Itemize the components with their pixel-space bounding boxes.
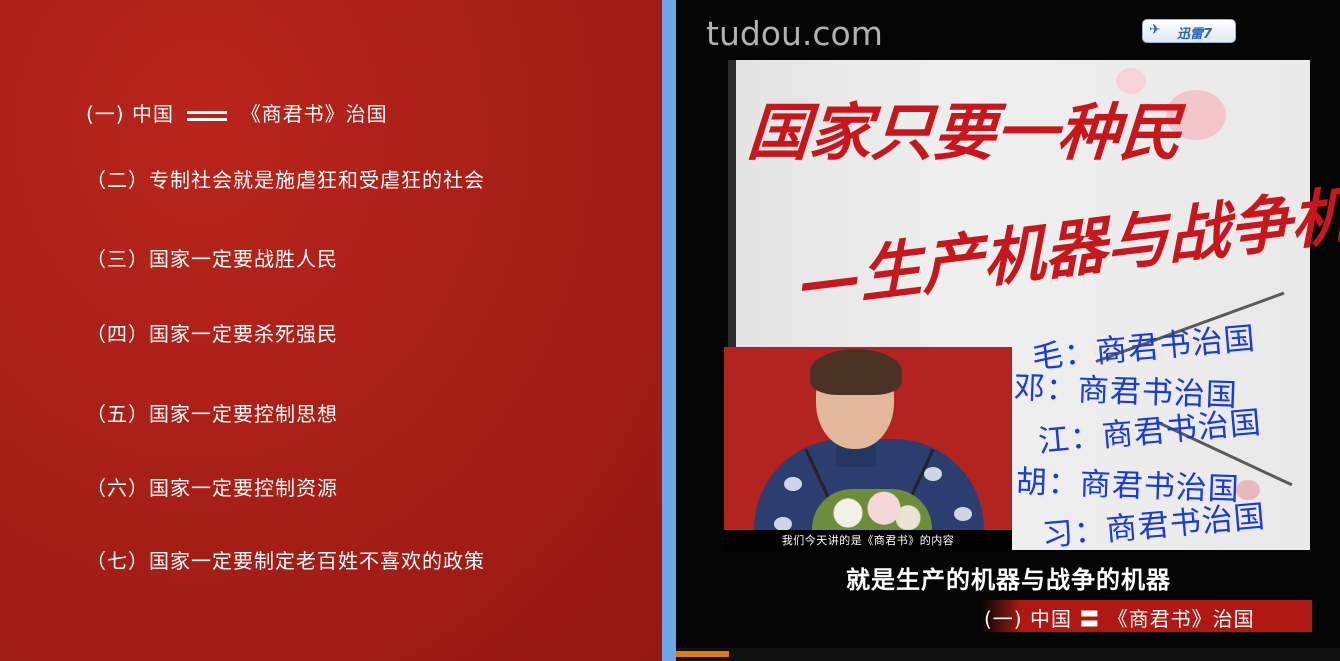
speaker-inset: 我们今天讲的是《商君书》的内容 [724,347,1012,552]
video-player[interactable]: tudou.com ✈ 迅雷7 国家只要一种民 —生产机器与战争机器 我们今天讲… [676,0,1340,661]
slide-item-1: (一) 中国 《商君书》治国 [86,98,388,127]
slide-item-2: （二）专制社会就是施虐狂和受虐狂的社会 [86,168,485,192]
xunlei-badge-label: 迅雷7 [1177,27,1213,42]
presentation-slide: (一) 中国 《商君书》治国 （二）专制社会就是施虐狂和受虐狂的社会 （三）国家… [0,0,662,661]
progress-fill[interactable] [676,651,729,657]
equals-bar-icon [187,109,228,123]
inset-caption: 我们今天讲的是《商君书》的内容 [724,530,1012,552]
jacket-pattern [954,507,972,521]
slide-item-7: （七）国家一定要制定老百姓不喜欢的政策 [86,549,485,573]
xunlei-badge[interactable]: ✈ 迅雷7 [1142,19,1236,43]
jacket-pattern [774,517,792,531]
slide-item-3: （三）国家一定要战胜人民 [86,247,338,271]
jacket-pattern [784,477,802,491]
jacket-pattern [924,467,942,481]
slide-item-1-prefix: (一) 中国 [86,102,174,126]
slide-item-6: （六）国家一定要控制资源 [86,476,338,500]
video-subtitle: 就是生产的机器与战争的机器 [846,566,1171,594]
slide-item-4: （四）国家一定要杀死强民 [86,322,338,346]
xunlei-bird-icon: ✈ [1149,22,1161,38]
slide-item-1-suffix: 《商君书》治国 [240,102,388,126]
tudou-watermark: tudou.com [706,14,883,53]
slide-item-5: （五）国家一定要控制思想 [86,402,338,426]
panel-divider [662,0,676,661]
backdrop-title-line1: 国家只要一种民 [745,96,1185,169]
speaker-hair [810,349,902,395]
lower-third-text: (一) 中国 〓 《商君书》治国 [984,607,1255,631]
progress-track[interactable] [676,648,1340,661]
